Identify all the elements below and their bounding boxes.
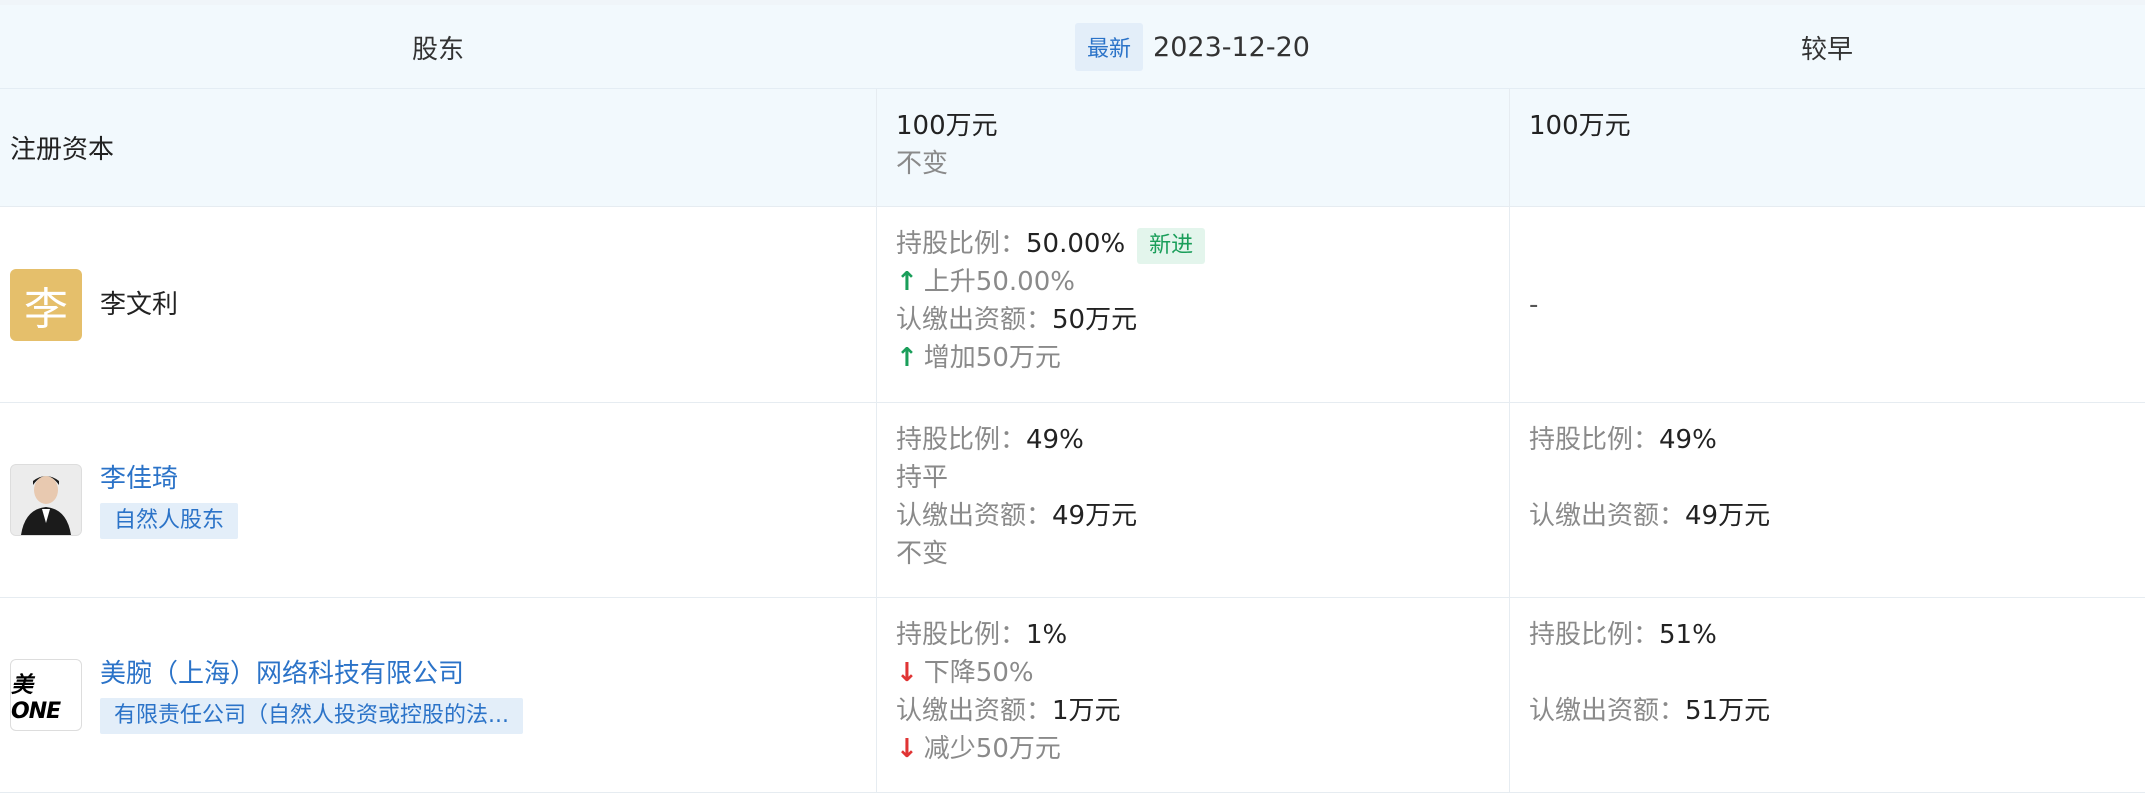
company-type-tag: 有限责任公司（自然人投资或控股的法... — [100, 698, 523, 734]
table-row: 美ONE 美腕（上海）网络科技有限公司 有限责任公司（自然人投资或控股的法...… — [0, 598, 2145, 793]
registered-capital-row: 注册资本 100万元 不变 100万元 — [0, 89, 2145, 207]
table-header: 股东 最新 2023-12-20 较早 — [0, 0, 2145, 89]
latest-date: 2023-12-20 — [1153, 31, 1310, 63]
amount-value: 51万元 — [1685, 696, 1771, 726]
latest-badge: 最新 — [1075, 23, 1144, 71]
arrow-down-icon: ↓ — [896, 734, 918, 764]
amount-change: 减少50万元 — [923, 734, 1061, 764]
amount-change: 增加50万元 — [923, 343, 1061, 373]
shareholder-cell: 美ONE 美腕（上海）网络科技有限公司 有限责任公司（自然人投资或控股的法... — [10, 598, 523, 792]
amount-value: 1万元 — [1052, 696, 1121, 726]
table-row: 李佳琦 自然人股东 持股比例：49% 持平 认缴出资额：49万元 不变 持股比例… — [0, 403, 2145, 598]
ratio-value: 49% — [1659, 425, 1717, 455]
capital-latest-value: 100万元 — [896, 111, 998, 141]
arrow-down-icon: ↓ — [896, 658, 918, 688]
ratio-label: 持股比例： — [896, 620, 1027, 650]
amount-value: 49万元 — [1052, 501, 1138, 531]
arrow-up-icon: ↑ — [896, 267, 918, 297]
header-latest: 最新 2023-12-20 — [876, 5, 1509, 89]
ratio-change: 上升50.00% — [923, 267, 1075, 297]
ratio-change: 下降50% — [923, 658, 1034, 688]
new-entry-badge: 新进 — [1137, 228, 1206, 264]
ratio-value: 51% — [1659, 620, 1717, 650]
ratio-label: 持股比例： — [896, 425, 1027, 455]
earlier-cell: 持股比例：49% 认缴出资额：49万元 — [1509, 403, 2145, 597]
amount-label: 认缴出资额： — [1529, 696, 1686, 726]
amount-label: 认缴出资额： — [1529, 501, 1686, 531]
ratio-label: 持股比例： — [896, 229, 1027, 259]
person-photo-icon — [11, 465, 81, 535]
registered-capital-label: 注册资本 — [10, 135, 115, 165]
arrow-up-icon: ↑ — [896, 343, 918, 373]
amount-change: 不变 — [896, 539, 949, 569]
ratio-label: 持股比例： — [1529, 425, 1660, 455]
ratio-value: 1% — [1026, 620, 1068, 650]
shareholder-cell: 李佳琦 自然人股东 — [10, 403, 239, 597]
header-shareholder: 股东 — [411, 34, 464, 65]
header-earlier: 较早 — [1800, 34, 1853, 65]
avatar[interactable] — [10, 464, 82, 536]
registered-capital-latest: 100万元 不变 — [876, 89, 1509, 206]
shareholder-name-link[interactable]: 李佳琦 — [100, 461, 238, 497]
ratio-label: 持股比例： — [1529, 620, 1660, 650]
ratio-change: 持平 — [896, 463, 949, 493]
latest-cell: 持股比例：1% ↓ 下降50% 认缴出资额：1万元 ↓ 减少50万元 — [876, 598, 1509, 792]
earlier-cell: - — [1509, 207, 2145, 402]
amount-label: 认缴出资额： — [896, 696, 1053, 726]
registered-capital-earlier: 100万元 — [1509, 89, 2145, 206]
company-logo[interactable]: 美ONE — [10, 659, 82, 731]
earlier-cell: 持股比例：51% 认缴出资额：51万元 — [1509, 598, 2145, 792]
capital-latest-change: 不变 — [896, 149, 949, 179]
empty-value: - — [1529, 289, 1539, 320]
amount-label: 认缴出资额： — [896, 501, 1053, 531]
shareholder-cell: 李 李文利 — [10, 207, 178, 402]
avatar: 李 — [10, 268, 82, 341]
shareholder-name-link[interactable]: 美腕（上海）网络科技有限公司 — [100, 656, 523, 692]
ratio-value: 50.00% — [1026, 229, 1126, 259]
latest-cell: 持股比例：50.00% 新进 ↑ 上升50.00% 认缴出资额：50万元 ↑ 增加50… — [876, 207, 1509, 402]
table-row: 李 李文利 持股比例：50.00% 新进 ↑ 上升50.00% 认缴出资额：50万元… — [0, 207, 2145, 403]
amount-value: 50万元 — [1052, 305, 1138, 335]
shareholder-name: 李文利 — [100, 289, 179, 320]
ratio-value: 49% — [1026, 425, 1084, 455]
shareholder-comparison-table: 股东 最新 2023-12-20 较早 注册资本 100万元 不变 100万元 … — [0, 0, 2145, 793]
latest-cell: 持股比例：49% 持平 认缴出资额：49万元 不变 — [876, 403, 1509, 597]
capital-earlier-value: 100万元 — [1529, 111, 1631, 141]
amount-label: 认缴出资额： — [896, 305, 1053, 335]
amount-value: 49万元 — [1685, 501, 1771, 531]
shareholder-type-tag: 自然人股东 — [100, 503, 239, 539]
